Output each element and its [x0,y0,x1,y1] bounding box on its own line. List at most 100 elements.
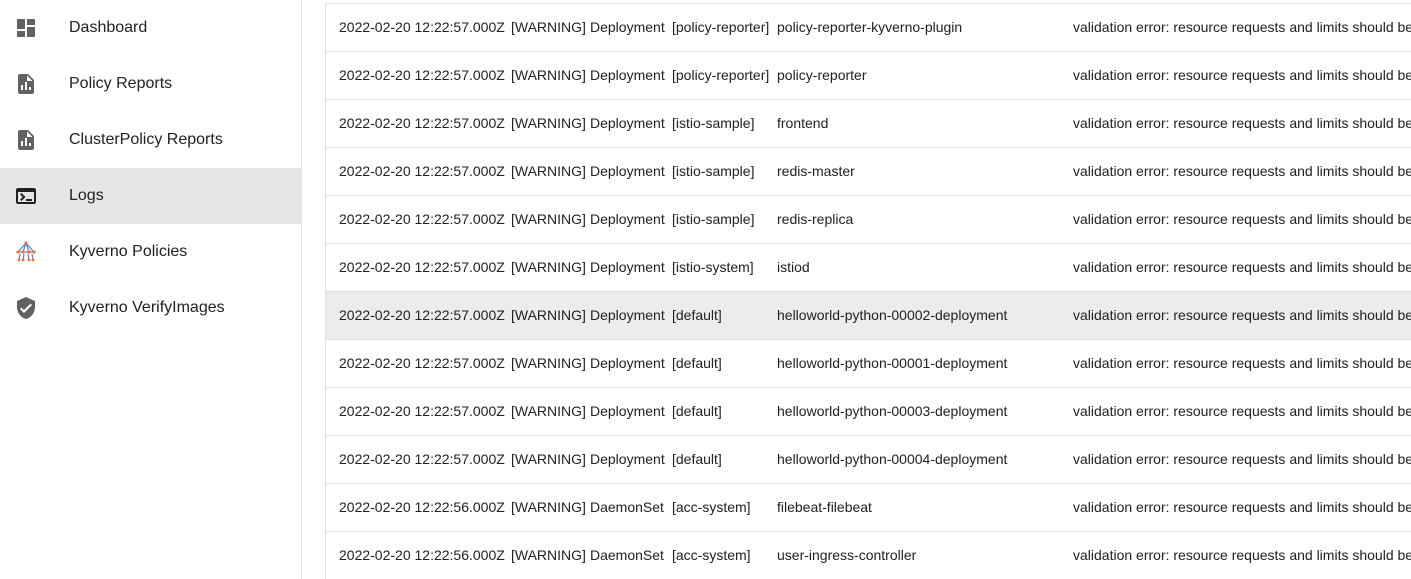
log-row[interactable]: 2022-02-20 12:22:57.000Z [WARNING] Deplo… [326,436,1411,484]
log-resource-name: frontend [777,115,829,131]
log-resource-name: helloworld-python-00002-deployment [777,307,1008,323]
log-kind: Deployment [590,403,665,419]
log-row[interactable]: 2022-02-20 12:22:57.000Z [WARNING] Deplo… [326,148,1411,196]
log-message: validation error: resource requests and … [1073,211,1411,227]
log-level: [WARNING] [511,403,586,419]
log-message: validation error: resource requests and … [1073,499,1411,515]
log-row[interactable]: 2022-02-20 12:22:56.000Z [WARNING] Daemo… [326,532,1411,579]
log-namespace: [istio-sample] [672,115,755,131]
log-message: validation error: resource requests and … [1073,259,1411,275]
log-namespace: [policy-reporter] [672,19,770,35]
sidebar-item-dashboard[interactable]: Dashboard [0,0,301,56]
log-level: [WARNING] [511,115,586,131]
log-row[interactable]: 2022-02-20 12:22:57.000Z [WARNING] Deplo… [326,388,1411,436]
log-namespace: [istio-system] [672,259,754,275]
sidebar-item-policy-reports[interactable]: Policy Reports [0,56,301,112]
log-message: validation error: resource requests and … [1073,547,1411,563]
log-level: [WARNING] [511,163,586,179]
log-namespace: [default] [672,403,722,419]
log-row[interactable]: 2022-02-20 12:22:57.000Z [WARNING] Deplo… [326,52,1411,100]
log-kind: Deployment [590,307,665,323]
log-kind: DaemonSet [590,499,664,515]
sidebar-item-kyverno-verifyimages[interactable]: Kyverno VerifyImages [0,280,301,336]
log-level: [WARNING] [511,355,586,371]
log-timestamp: 2022-02-20 12:22:57.000Z [339,19,505,35]
sidebar-item-label: ClusterPolicy Reports [69,131,223,148]
log-timestamp: 2022-02-20 12:22:57.000Z [339,115,505,131]
log-resource-name: filebeat-filebeat [777,499,872,515]
log-namespace: [acc-system] [672,499,751,515]
log-resource-name: user-ingress-controller [777,547,917,563]
log-message: validation error: resource requests and … [1073,163,1411,179]
log-namespace: [istio-sample] [672,211,755,227]
log-list: 2022-02-20 12:22:57.000Z [WARNING] Deplo… [325,3,1411,579]
log-timestamp: 2022-02-20 12:22:57.000Z [339,307,505,323]
main-content: 2022-02-20 12:22:57.000Z [WARNING] Deplo… [302,0,1411,579]
report-icon [14,72,38,96]
log-row[interactable]: 2022-02-20 12:22:57.000Z [WARNING] Deplo… [326,196,1411,244]
log-level: [WARNING] [511,67,586,83]
log-row[interactable]: 2022-02-20 12:22:57.000Z [WARNING] Deplo… [326,100,1411,148]
log-resource-name: helloworld-python-00001-deployment [777,355,1008,371]
sidebar-item-label: Logs [69,187,104,204]
log-kind: Deployment [590,163,665,179]
log-level: [WARNING] [511,499,586,515]
log-level: [WARNING] [511,259,586,275]
log-resource-name: redis-replica [777,211,854,227]
log-timestamp: 2022-02-20 12:22:57.000Z [339,403,505,419]
report-icon [14,128,38,152]
log-resource-name: helloworld-python-00003-deployment [777,403,1008,419]
log-timestamp: 2022-02-20 12:22:56.000Z [339,547,505,563]
verified-shield-icon [14,296,38,320]
log-row[interactable]: 2022-02-20 12:22:56.000Z [WARNING] Daemo… [326,484,1411,532]
log-timestamp: 2022-02-20 12:22:56.000Z [339,499,505,515]
log-namespace: [default] [672,355,722,371]
log-row[interactable]: 2022-02-20 12:22:57.000Z [WARNING] Deplo… [326,244,1411,292]
log-kind: DaemonSet [590,547,664,563]
log-timestamp: 2022-02-20 12:22:57.000Z [339,259,505,275]
log-resource-name: redis-master [777,163,855,179]
sidebar-item-label: Policy Reports [69,75,173,92]
log-namespace: [policy-reporter] [672,67,770,83]
log-row[interactable]: 2022-02-20 12:22:57.000Z [WARNING] Deplo… [326,292,1411,340]
app-root: Dashboard Policy Reports ClusterPolicy R… [0,0,1411,579]
log-row[interactable]: 2022-02-20 12:22:57.000Z [WARNING] Deplo… [326,340,1411,388]
log-kind: Deployment [590,355,665,371]
log-resource-name: helloworld-python-00004-deployment [777,451,1008,467]
log-message: validation error: resource requests and … [1073,355,1411,371]
log-resource-name: istiod [777,259,810,275]
log-message: validation error: resource requests and … [1073,403,1411,419]
log-message: validation error: resource requests and … [1073,67,1411,83]
log-level: [WARNING] [511,547,586,563]
log-level: [WARNING] [511,307,586,323]
log-namespace: [default] [672,307,722,323]
log-message: validation error: resource requests and … [1073,307,1411,323]
log-level: [WARNING] [511,19,586,35]
log-kind: Deployment [590,19,665,35]
kyverno-icon [14,240,38,264]
log-timestamp: 2022-02-20 12:22:57.000Z [339,67,505,83]
log-kind: Deployment [590,67,665,83]
log-kind: Deployment [590,259,665,275]
sidebar-item-label: Kyverno VerifyImages [69,299,225,316]
log-resource-name: policy-reporter-kyverno-plugin [777,19,963,35]
sidebar-item-label: Dashboard [69,19,148,36]
dashboard-icon [14,16,38,40]
log-row[interactable]: 2022-02-20 12:22:57.000Z [WARNING] Deplo… [326,4,1411,52]
sidebar-item-clusterpolicy-reports[interactable]: ClusterPolicy Reports [0,112,301,168]
log-level: [WARNING] [511,211,586,227]
log-level: [WARNING] [511,451,586,467]
log-timestamp: 2022-02-20 12:22:57.000Z [339,163,505,179]
log-namespace: [default] [672,451,722,467]
log-message: validation error: resource requests and … [1073,451,1411,467]
log-kind: Deployment [590,211,665,227]
log-namespace: [acc-system] [672,547,751,563]
sidebar-item-label: Kyverno Policies [69,243,188,260]
sidebar: Dashboard Policy Reports ClusterPolicy R… [0,0,302,579]
sidebar-item-logs[interactable]: Logs [0,168,301,224]
sidebar-item-kyverno-policies[interactable]: Kyverno Policies [0,224,301,280]
log-kind: Deployment [590,451,665,467]
log-timestamp: 2022-02-20 12:22:57.000Z [339,355,505,371]
log-kind: Deployment [590,115,665,131]
log-resource-name: policy-reporter [777,67,867,83]
